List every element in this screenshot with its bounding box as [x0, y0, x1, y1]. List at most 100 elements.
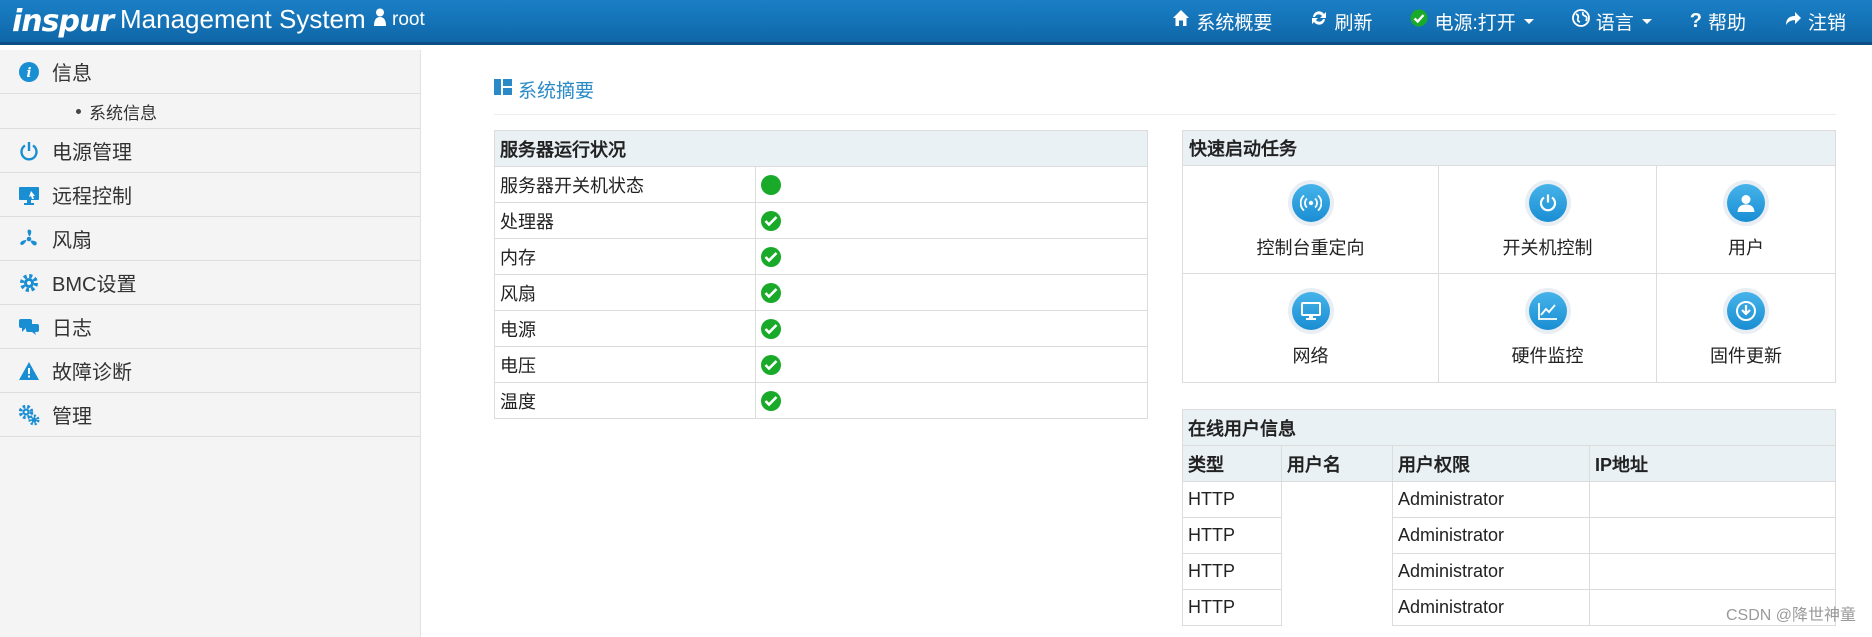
server-status-table: 服务器运行状况 服务器开关机状态 处理器 内存 风扇 电源 电压 温度 — [494, 130, 1148, 419]
sidebar-item-remote-control[interactable]: 远程控制 — [0, 173, 420, 217]
online-users-title: 在线用户信息 — [1182, 409, 1836, 446]
quick-task-network[interactable]: 网络 — [1183, 274, 1439, 382]
top-bar: inspur Management System root 系统概要 刷新 电源… — [0, 0, 1872, 45]
check-icon — [1410, 9, 1428, 33]
nav-language[interactable]: 语言 — [1571, 8, 1652, 35]
divider — [494, 114, 1836, 115]
user-type: HTTP — [1182, 481, 1282, 518]
sidebar-item-log[interactable]: 日志 — [0, 305, 420, 349]
sidebar: i 信息 系统信息 电源管理 远程控制 风扇 BMC设置 日志 故障诊断 管理 — [0, 50, 421, 637]
home-icon — [1172, 9, 1190, 33]
sidebar-item-label: 远程控制 — [52, 186, 132, 208]
quick-task-label: 用户 — [1728, 237, 1764, 258]
sidebar-item-info[interactable]: i 信息 — [0, 50, 420, 94]
quick-tasks-panel: 快速启动任务 控制台重定向 开关机控制 用户 网络 硬件监控 固件更新 — [1182, 130, 1836, 383]
column-header[interactable]: 类型 — [1182, 445, 1282, 482]
status-cell — [755, 274, 1148, 311]
monitor-icon — [1287, 288, 1334, 334]
user-type: HTTP — [1182, 589, 1282, 626]
user-name — [1282, 590, 1393, 626]
status-cell — [755, 310, 1148, 347]
status-label: 风扇 — [494, 274, 756, 311]
warning-icon — [18, 360, 40, 382]
power-icon — [1524, 179, 1571, 226]
sidebar-item-label: 管理 — [52, 406, 92, 428]
nav-logout[interactable]: 注销 — [1784, 8, 1846, 35]
status-label: 处理器 — [494, 202, 756, 239]
sidebar-item-power[interactable]: 电源管理 — [0, 129, 420, 173]
status-cell — [755, 166, 1148, 203]
table-row: 风扇 — [494, 274, 1148, 311]
nav-help[interactable]: ? 帮助 — [1690, 8, 1746, 35]
column-header[interactable]: 用户权限 — [1392, 445, 1590, 482]
monitor-icon — [18, 184, 40, 206]
column-header[interactable]: IP地址 — [1589, 445, 1836, 482]
quick-task-label: 网络 — [1292, 346, 1329, 366]
nav-label: 系统概要 — [1196, 12, 1273, 34]
nav-power-status[interactable]: 电源:打开 — [1410, 8, 1534, 35]
sidebar-item-bmc-settings[interactable]: BMC设置 — [0, 261, 420, 305]
nav-label: 语言 — [1595, 12, 1634, 34]
column-header[interactable]: 用户名 — [1281, 445, 1393, 482]
status-cell — [755, 382, 1148, 419]
nav-refresh[interactable]: 刷新 — [1310, 8, 1372, 35]
nav-label: 电源:打开 — [1434, 12, 1516, 34]
current-user: root — [374, 8, 425, 32]
user-ip — [1589, 517, 1836, 554]
chat-icon — [18, 316, 40, 338]
sidebar-item-diagnostics[interactable]: 故障诊断 — [0, 349, 420, 393]
quick-tasks-title: 快速启动任务 — [1183, 131, 1835, 166]
quick-task-power-control[interactable]: 开关机控制 — [1439, 166, 1657, 274]
table-row: 处理器 — [494, 202, 1148, 239]
table-row: 电压 — [494, 346, 1148, 383]
sidebar-item-management[interactable]: 管理 — [0, 393, 420, 437]
table-row: HTTP Administrator — [1182, 553, 1836, 590]
nav-system-overview[interactable]: 系统概要 — [1172, 8, 1272, 35]
sidebar-item-label: 日志 — [52, 318, 92, 340]
logo: inspur — [12, 4, 114, 39]
sidebar-subitem-label: 系统信息 — [89, 103, 157, 123]
help-icon: ? — [1689, 9, 1702, 32]
chevron-down-icon — [1641, 18, 1652, 24]
user-privilege: Administrator — [1392, 481, 1590, 518]
svg-text:i: i — [27, 66, 32, 81]
quick-task-label: 开关机控制 — [1502, 237, 1593, 258]
nav-label: 注销 — [1807, 12, 1846, 34]
sidebar-item-label: 风扇 — [52, 230, 92, 252]
table-row: 服务器开关机状态 — [494, 166, 1148, 203]
refresh-icon — [1310, 9, 1328, 33]
status-cell — [755, 346, 1148, 383]
status-label: 内存 — [494, 238, 756, 275]
table-row: HTTP Administrator — [1182, 481, 1836, 518]
quick-tasks-grid: 控制台重定向 开关机控制 用户 网络 硬件监控 固件更新 — [1183, 166, 1835, 382]
gears-icon — [18, 404, 40, 426]
check-icon — [761, 247, 781, 268]
info-icon: i — [18, 61, 40, 83]
quick-task-console-redirect[interactable]: 控制台重定向 — [1183, 166, 1439, 274]
broadcast-icon — [1287, 179, 1334, 226]
user-name — [1282, 518, 1393, 554]
quick-task-user[interactable]: 用户 — [1657, 166, 1835, 274]
table-row: HTTP Administrator — [1182, 517, 1836, 554]
quick-task-label: 控制台重定向 — [1256, 237, 1365, 258]
sidebar-subitem-system-info[interactable]: 系统信息 — [0, 94, 420, 129]
top-nav: 系统概要 刷新 电源:打开 语言 ? 帮助 注销 — [1134, 0, 1872, 42]
check-icon — [761, 355, 781, 376]
page-title: 系统摘要 — [494, 76, 594, 103]
user-name: root — [392, 9, 425, 30]
sidebar-item-fan[interactable]: 风扇 — [0, 217, 420, 261]
chevron-down-icon — [1523, 18, 1534, 24]
status-label: 服务器开关机状态 — [494, 166, 756, 203]
user-icon — [1723, 179, 1769, 226]
check-icon — [761, 319, 781, 340]
user-ip — [1589, 481, 1836, 518]
quick-task-hardware-monitor[interactable]: 硬件监控 — [1439, 274, 1657, 382]
globe-icon — [1571, 9, 1590, 33]
status-label: 电压 — [494, 346, 756, 383]
table-row: 温度 — [494, 382, 1148, 419]
dashboard-icon — [494, 78, 512, 101]
check-icon — [761, 391, 781, 412]
download-icon — [1723, 288, 1769, 334]
quick-task-firmware-update[interactable]: 固件更新 — [1657, 274, 1835, 382]
online-users-table: 在线用户信息 类型 用户名 用户权限 IP地址 HTTP Administrat… — [1182, 409, 1836, 626]
